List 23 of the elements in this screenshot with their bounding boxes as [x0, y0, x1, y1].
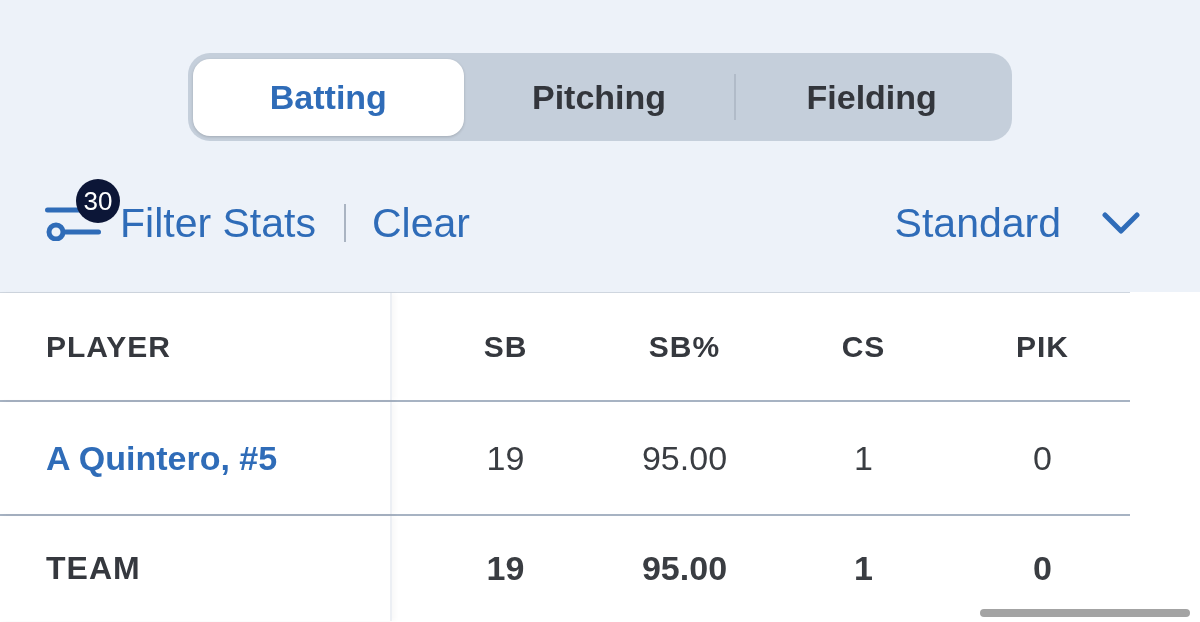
table-cell-text: 0: [1032, 438, 1053, 478]
column-header: CS: [840, 329, 887, 364]
count-badge: 30: [76, 178, 120, 223]
tab[interactable]: Batting: [193, 58, 464, 136]
tab[interactable]: Pitching: [463, 58, 735, 136]
table-cell: TEAM: [46, 550, 141, 587]
filter-stats-button[interactable]: Filter Stats: [120, 199, 316, 246]
table-cell-text: 19: [485, 549, 526, 588]
column-header: PIK: [1015, 329, 1070, 364]
table-cell-text: 1: [853, 438, 874, 478]
table-cell-text: 19: [485, 438, 526, 478]
column-header: PLAYER: [46, 329, 171, 364]
table-cell-text: 95.00: [640, 438, 729, 478]
table-cell-text: 1: [853, 549, 874, 588]
player-name-link[interactable]: A Quintero, #5: [46, 438, 278, 478]
chevron-down-icon: [1102, 211, 1140, 234]
view-dropdown[interactable]: Standard: [894, 199, 1140, 246]
tab[interactable]: Fielding: [736, 58, 1007, 136]
table-cell-text: 0: [1032, 549, 1053, 588]
column-header: SB: [482, 329, 529, 364]
table-cell-text: 95.00: [640, 549, 729, 588]
column-header: SB%: [647, 329, 722, 364]
clear-button[interactable]: Clear: [371, 199, 470, 246]
